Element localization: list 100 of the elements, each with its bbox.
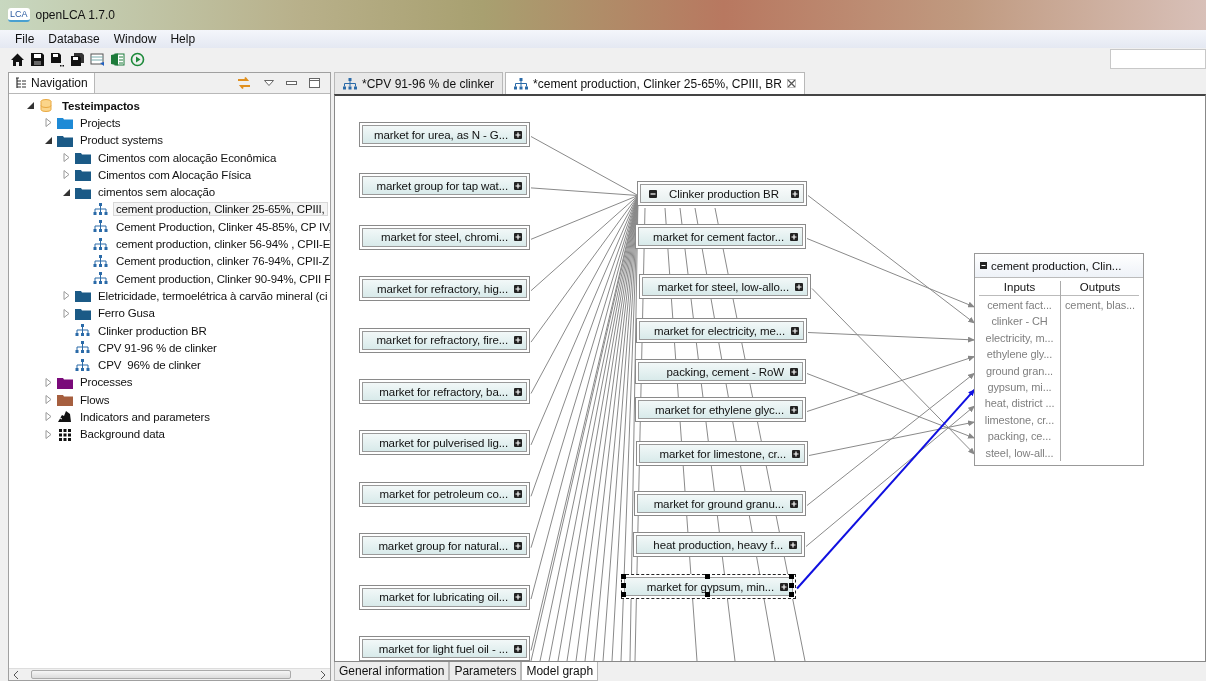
process-node[interactable]: packing, cement - RoW	[635, 359, 806, 384]
menu-item[interactable]: Window	[106, 30, 164, 48]
expand-icon[interactable]	[514, 541, 522, 550]
process-node[interactable]: market group for tap wat...	[359, 173, 530, 199]
tab-label: Navigation	[31, 76, 88, 90]
close-icon[interactable]	[786, 79, 796, 88]
process-node[interactable]: market for cement factor...	[635, 224, 806, 249]
expand-icon[interactable]	[514, 387, 522, 396]
collapse-icon[interactable]	[980, 262, 987, 269]
tree-item[interactable]: Cement production, clinker 76-94%, CPII-Z	[113, 254, 330, 269]
page-tab[interactable]: Parameters	[449, 662, 522, 681]
editor-tab[interactable]: *CPV 91-96 % de clinker	[334, 72, 504, 94]
menu-item[interactable]: File	[8, 30, 42, 48]
process-node[interactable]	[974, 253, 1144, 466]
process-node[interactable]: market for steel, chromi...	[359, 224, 530, 250]
tree-item[interactable]: CPV 96% de clinker	[95, 358, 204, 373]
flow-cell-text: ground gran...	[985, 363, 1054, 379]
tree-item[interactable]: Cimentos com alocação Econômica	[95, 150, 280, 165]
expand-icon[interactable]	[514, 336, 522, 345]
tree-item[interactable]: Clinker production BR	[95, 323, 210, 338]
expand-icon[interactable]	[791, 326, 799, 335]
expand-icon[interactable]	[790, 405, 798, 414]
tree-item[interactable]: Product systems	[77, 133, 166, 148]
tree-item[interactable]: Indicators and parameters	[77, 410, 213, 424]
spreadsheet-icon[interactable]	[110, 51, 125, 67]
tab-label: *cement production, Clinker 25-65%, CPIII, BR	[533, 76, 782, 91]
expand-icon[interactable]	[514, 233, 522, 242]
tree-item[interactable]: Projects	[77, 115, 124, 130]
process-node[interactable]: market for light fuel oil - ...	[359, 636, 530, 661]
tree-item[interactable]: cement production, clinker 56-94% , CPII-E	[113, 237, 330, 251]
save-as-icon[interactable]	[50, 51, 65, 67]
view-menu-icon[interactable]	[264, 80, 274, 86]
tree-item[interactable]: Cement Production, Clinker 45-85%, CP IV,	[113, 219, 330, 234]
tree-item[interactable]: cement production, Clinker 25-65%, CPIII,	[113, 202, 328, 217]
process-node[interactable]: market for limestone, cr...	[636, 441, 808, 466]
page-tab[interactable]: Model graph	[521, 662, 599, 681]
menu-item[interactable]: Database	[41, 30, 107, 48]
navigation-tab[interactable]: Navigation	[9, 73, 95, 93]
process-node[interactable]: market for petroleum co...	[359, 481, 530, 507]
expand-icon[interactable]	[792, 449, 800, 458]
expander-icon[interactable]	[44, 135, 53, 145]
scroll-left-icon[interactable]	[13, 670, 19, 679]
save-icon[interactable]	[30, 51, 45, 67]
tree-item[interactable]: cimentos sem alocação	[95, 185, 219, 200]
expander-icon[interactable]	[26, 101, 35, 111]
expander-icon[interactable]	[62, 187, 71, 197]
expand-icon[interactable]	[514, 181, 522, 190]
selection-handle[interactable]	[705, 592, 710, 597]
scroll-right-icon[interactable]	[320, 670, 326, 679]
process-node[interactable]: market for lubricating oil...	[359, 584, 530, 610]
home-icon[interactable]	[10, 51, 25, 67]
maximize-icon[interactable]	[309, 78, 320, 88]
process-node[interactable]: market group for natural...	[359, 533, 530, 559]
tree-item[interactable]: Background data	[77, 427, 168, 442]
expand-icon[interactable]	[514, 490, 522, 499]
expand-icon[interactable]	[789, 540, 797, 549]
process-node[interactable]: market for pulverised lig...	[359, 430, 530, 456]
expand-icon[interactable]	[514, 438, 522, 447]
process-node[interactable]: market for refractory, ba...	[359, 379, 530, 404]
selection-handle[interactable]	[705, 574, 710, 579]
expand-icon[interactable]	[514, 644, 522, 653]
expand-icon[interactable]	[514, 284, 522, 293]
tree-item[interactable]: Flows	[77, 392, 113, 407]
collapse-icon[interactable]	[649, 189, 657, 198]
process-node[interactable]: market for urea, as N - G...	[359, 122, 530, 147]
process-node[interactable]: heat production, heavy f...	[633, 532, 805, 557]
editor-tab[interactable]: *cement production, Clinker 25-65%, CPIII, BR	[505, 72, 805, 94]
tree-item[interactable]: Cimentos com Alocação Física	[95, 167, 255, 182]
process-node[interactable]: market for steel, low-allo...	[639, 274, 811, 299]
search-field[interactable]	[1110, 49, 1206, 69]
tree-item[interactable]: Cement production, Clinker 90-94%, CPII F	[113, 271, 330, 286]
node-label: market for pulverised lig...	[379, 436, 508, 449]
expand-icon[interactable]	[791, 189, 799, 198]
tree-item[interactable]: Testeimpactos	[59, 98, 143, 113]
process-node[interactable]: market for electricity, me...	[636, 318, 807, 343]
process-node[interactable]: market for gypsum, min...	[621, 574, 796, 599]
table-icon[interactable]	[90, 51, 105, 67]
scrollbar-thumb[interactable]	[31, 670, 291, 679]
expand-icon[interactable]	[790, 367, 798, 376]
expand-icon[interactable]	[514, 130, 522, 139]
process-node[interactable]: market for ethylene glyc...	[635, 397, 806, 422]
tree-item[interactable]: CPV 91-96 % de clinker	[95, 340, 220, 355]
process-node[interactable]: market for refractory, hig...	[359, 276, 530, 302]
process-node[interactable]: market for refractory, fire...	[359, 327, 530, 353]
minimize-icon[interactable]	[286, 80, 297, 86]
expand-icon[interactable]	[790, 232, 798, 241]
tree-item[interactable]: Processes	[77, 375, 136, 390]
process-node[interactable]: market for ground granu...	[634, 491, 806, 516]
expand-icon[interactable]	[780, 582, 788, 591]
expand-icon[interactable]	[514, 593, 522, 602]
run-icon[interactable]	[130, 51, 145, 67]
horizontal-scrollbar[interactable]	[9, 668, 330, 680]
expand-icon[interactable]	[790, 499, 798, 508]
process-node[interactable]: Clinker production BR	[637, 181, 807, 206]
save-all-icon[interactable]	[70, 51, 85, 67]
page-tab[interactable]: General information	[334, 662, 450, 681]
menu-item[interactable]: Help	[163, 30, 203, 48]
tree-item[interactable]: Ferro Gusa	[95, 306, 158, 321]
tree-item[interactable]: Eletricidade, termoelétrica à carvão mineral (ci	[95, 288, 330, 303]
expand-icon[interactable]	[795, 282, 803, 291]
